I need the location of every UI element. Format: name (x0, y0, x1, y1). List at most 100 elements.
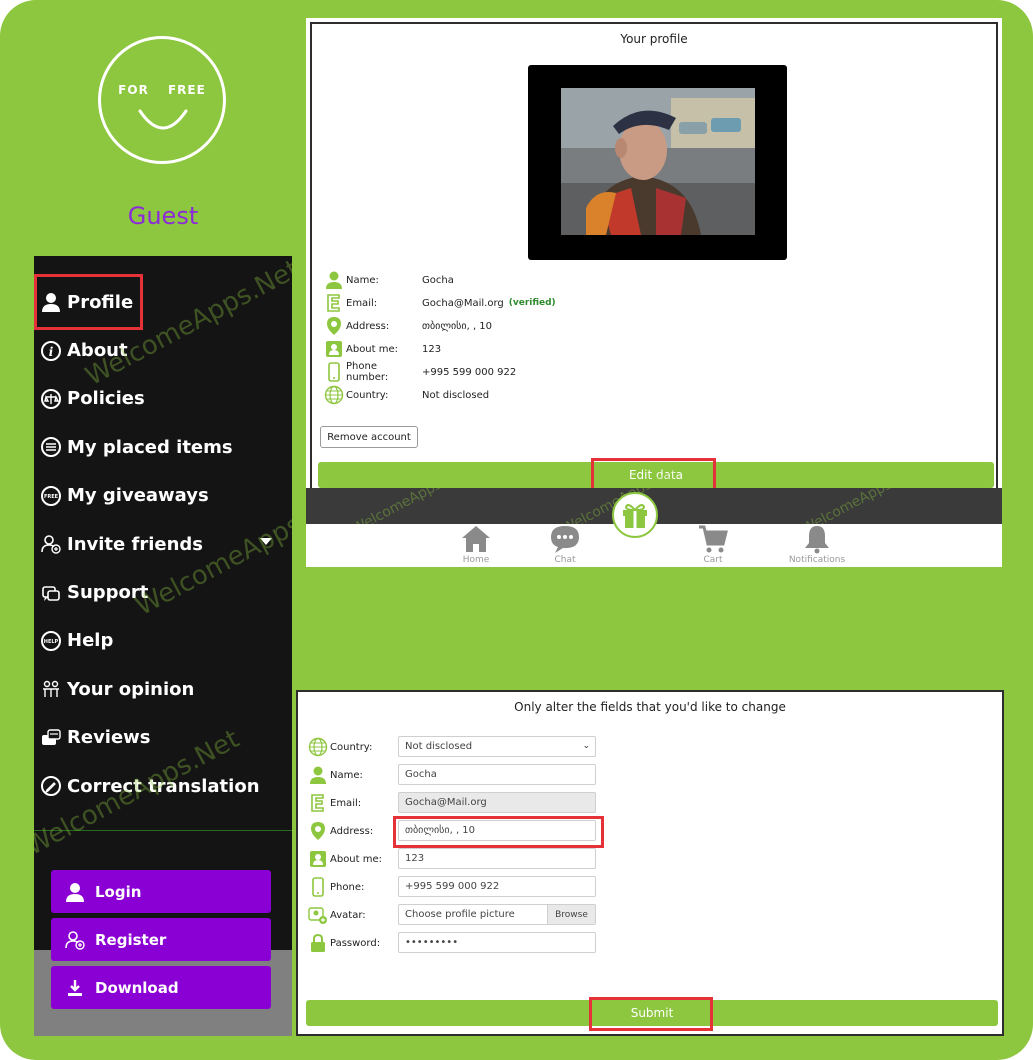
caret-down-icon[interactable] (260, 537, 272, 546)
email-row: Email: (308, 792, 396, 814)
download-button[interactable]: Download (51, 966, 271, 1009)
profile-highlight-box (34, 274, 143, 330)
field-value: თბილისი, , 10 (422, 320, 493, 332)
giveaway-button[interactable] (612, 492, 658, 538)
country-select[interactable]: Not disclosed ⌄ (398, 736, 596, 757)
profile-card: Your profile Name: Gocha Email: Gocha@Ma… (310, 22, 998, 507)
form-title: Only alter the fields that you'd like to… (514, 700, 786, 714)
tab-label: Cart (703, 555, 723, 565)
email-input: Gocha@Mail.org (398, 792, 596, 813)
chat-icon (551, 526, 579, 553)
sidebar-item-my-giveaways[interactable]: FREE My giveaways (34, 472, 292, 520)
about-input[interactable]: 123 (398, 848, 596, 869)
remove-account-button[interactable]: Remove account (320, 426, 418, 448)
avatar-row: Avatar: (308, 904, 396, 926)
field-label: Email: (346, 297, 378, 309)
field-value: Not disclosed (422, 389, 490, 401)
help-icon: HELP (40, 630, 62, 652)
field-value: Gocha (422, 274, 454, 286)
register-button[interactable]: Register (51, 918, 271, 961)
sidebar-item-label: About (67, 340, 128, 362)
field-label: Country: (330, 741, 373, 753)
sidebar-item-label: Reviews (67, 727, 151, 749)
field-label: Email: (330, 797, 362, 809)
field-label: Address: (346, 320, 390, 332)
field-label: Name: (346, 274, 379, 286)
register-label: Register (95, 930, 167, 949)
login-button[interactable]: Login (51, 870, 271, 913)
sidebar-item-label: Policies (67, 388, 145, 410)
contact-card-icon (326, 341, 342, 357)
tab-cart[interactable]: Cart (678, 524, 748, 565)
svg-text:FREE: FREE (44, 494, 59, 500)
sidebar-item-label: My placed items (67, 436, 233, 458)
profile-name-row: Name: Gocha (324, 270, 454, 290)
person-icon (63, 880, 87, 904)
info-icon: i (40, 340, 62, 362)
reviews-icon (40, 727, 62, 749)
phone-icon (328, 362, 340, 382)
sidebar-item-policies[interactable]: Policies (34, 375, 292, 423)
field-label: Password: (330, 937, 381, 949)
download-icon (63, 976, 87, 1000)
sidebar-item-invite-friends[interactable]: Invite friends (34, 520, 292, 568)
bottom-tabbar: Home Chat Cart Notifications (306, 524, 1002, 567)
avatar-file-input[interactable]: Choose profile picture Browse (398, 904, 596, 925)
name-row: Name: (308, 764, 396, 786)
browse-button[interactable]: Browse (547, 905, 595, 924)
globe-icon (324, 385, 344, 405)
chevron-down-icon: ⌄ (582, 741, 590, 751)
password-input[interactable]: ••••••••• (398, 932, 596, 953)
tab-notifications[interactable]: Notifications (782, 524, 852, 565)
phone-input[interactable]: +995 599 000 922 (398, 876, 596, 897)
tab-chat[interactable]: Chat (530, 524, 600, 565)
lock-icon (311, 933, 325, 952)
sidebar-item-your-opinion[interactable]: Your opinion (34, 665, 292, 713)
tab-label: Home (462, 555, 490, 565)
globe-icon (308, 737, 328, 757)
profile-email-row: Email: Gocha@Mail.org (verified) (324, 293, 556, 313)
location-icon (311, 822, 325, 840)
edit-profile-panel: Only alter the fields that you'd like to… (296, 690, 1004, 1036)
address-highlight-box (393, 816, 604, 848)
person-icon (310, 766, 326, 784)
phone-row: Phone: (308, 876, 396, 898)
list-icon (40, 436, 62, 458)
sidebar-item-label: Help (67, 630, 114, 652)
profile-panel: Your profile Name: Gocha Email: Gocha@Ma… (306, 18, 1002, 567)
field-value: 123 (422, 343, 442, 355)
app-frame: FOR FREE Guest Profile i About Policies … (0, 0, 1033, 1060)
country-row: Country: (308, 736, 396, 758)
sidebar-item-label: Correct translation (67, 775, 260, 797)
profile-photo (561, 88, 755, 235)
edit-highlight-box (591, 458, 716, 492)
email-icon (327, 294, 340, 312)
scales-icon (40, 388, 62, 410)
sidebar-item-correct-translation[interactable]: Correct translation (34, 762, 292, 810)
sidebar-item-support[interactable]: Support (34, 568, 292, 616)
sidebar-item-about[interactable]: i About (34, 326, 292, 374)
logo-text: FOR FREE (118, 83, 206, 97)
name-input[interactable]: Gocha (398, 764, 596, 785)
edit-icon (40, 775, 62, 797)
download-label: Download (95, 978, 179, 997)
sidebar-item-my-placed-items[interactable]: My placed items (34, 423, 292, 471)
avatar-upload-icon (308, 907, 327, 924)
location-icon (327, 317, 341, 335)
add-user-icon (63, 928, 87, 952)
submit-highlight-box (589, 997, 713, 1031)
profile-photo-frame (528, 65, 787, 260)
about-row: About me: (308, 848, 396, 870)
sidebar-item-reviews[interactable]: Reviews (34, 714, 292, 762)
opinion-icon (40, 678, 62, 700)
field-label: Address: (330, 825, 374, 837)
smile-icon (138, 109, 188, 130)
field-value: Gocha@Mail.org (422, 297, 504, 309)
tab-home[interactable]: Home (441, 524, 511, 565)
sidebar-item-label: My giveaways (67, 485, 209, 507)
sidebar-item-help[interactable]: HELP Help (34, 617, 292, 665)
phone-icon (312, 877, 324, 897)
divider (34, 830, 292, 831)
contact-card-icon (310, 851, 326, 867)
country-select-value: Not disclosed (405, 741, 473, 752)
